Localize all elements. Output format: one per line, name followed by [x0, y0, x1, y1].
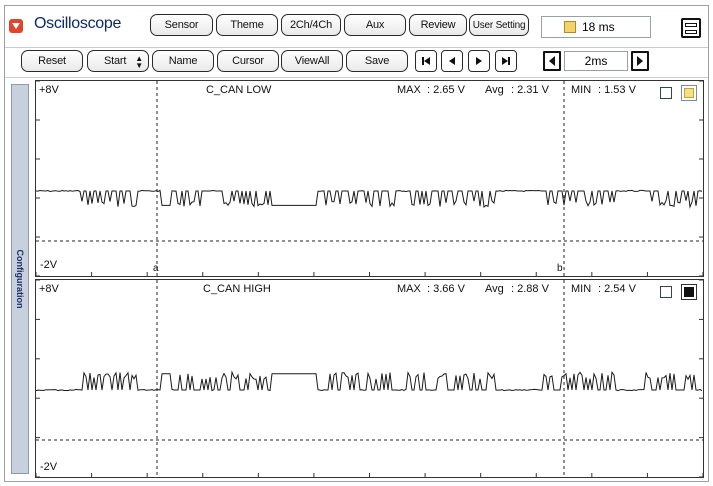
app-logo-icon[interactable]	[9, 19, 23, 33]
app-title: Oscilloscope	[34, 15, 122, 32]
cursor-a-label[interactable]: a	[153, 263, 159, 274]
voltage-top-label: +8V	[39, 84, 59, 96]
avg-value: : 2.31 V	[511, 84, 549, 96]
min-value: : 1.53 V	[598, 84, 636, 96]
max-value: : 3.66 V	[427, 283, 465, 295]
first-frame-button[interactable]	[415, 50, 437, 72]
tab-2ch-4ch[interactable]: 2Ch/4Ch	[281, 14, 341, 36]
start-select[interactable]: Start ▲ ▼	[87, 50, 149, 72]
channel-color-swatch[interactable]	[681, 85, 697, 101]
start-select-value: Start	[104, 55, 127, 67]
timebase-increase-button[interactable]	[631, 51, 649, 71]
oscilloscope-window: Oscilloscope Sensor Theme 2Ch/4Ch Aux Re…	[4, 5, 709, 482]
tab-user-setting[interactable]: User Setting	[469, 14, 529, 36]
channel-panel-c-can-high[interactable]: +8V -2V C_CAN HIGH MAX : 3.66 V Avg : 2.…	[35, 279, 704, 478]
skip-last-icon	[502, 57, 510, 65]
channel-name[interactable]: C_CAN HIGH	[203, 283, 271, 295]
next-icon	[476, 57, 482, 65]
tab-review[interactable]: Review	[409, 14, 467, 36]
min-label: MIN	[571, 283, 592, 295]
configuration-side-tab-label: Configuration	[15, 249, 25, 309]
updown-icon: ▲ ▼	[135, 54, 143, 70]
tab-theme[interactable]: Theme	[216, 14, 278, 36]
waveform-trace	[36, 189, 703, 209]
elapsed-time-display: 18 ms	[541, 16, 651, 38]
avg-label: Avg	[485, 283, 504, 295]
next-frame-button[interactable]	[468, 50, 490, 72]
tab-aux[interactable]: Aux	[344, 14, 406, 36]
elapsed-time-value: 18 ms	[582, 20, 615, 34]
prev-icon	[449, 57, 455, 65]
tab-sensor[interactable]: Sensor	[150, 14, 213, 36]
viewall-button[interactable]: ViewAll	[281, 50, 343, 72]
window-menu-icon[interactable]	[681, 18, 701, 38]
cursor-button[interactable]: Cursor	[217, 50, 279, 72]
left-arrow-icon	[549, 56, 555, 66]
channel-name[interactable]: C_CAN LOW	[206, 84, 271, 96]
max-label: MAX	[397, 283, 421, 295]
avg-label: Avg	[485, 84, 504, 96]
min-value: : 2.54 V	[598, 283, 636, 295]
channel-checkbox[interactable]	[660, 286, 672, 298]
timebase-value: 2ms	[564, 51, 628, 71]
voltage-bottom-label: -2V	[40, 461, 58, 473]
hourglass-icon	[564, 21, 576, 33]
waveform-trace	[36, 370, 703, 392]
save-button[interactable]: Save	[346, 50, 408, 72]
header-divider	[5, 47, 708, 48]
right-arrow-icon	[637, 56, 643, 66]
max-value: : 2.65 V	[427, 84, 465, 96]
timebase-decrease-button[interactable]	[543, 51, 561, 71]
prev-frame-button[interactable]	[441, 50, 463, 72]
configuration-side-tab[interactable]: Configuration	[11, 84, 29, 474]
reset-button[interactable]: Reset	[21, 50, 83, 72]
avg-value: : 2.88 V	[511, 283, 549, 295]
max-label: MAX	[397, 84, 421, 96]
channel-color-swatch[interactable]	[681, 284, 697, 300]
voltage-top-label: +8V	[39, 283, 59, 295]
skip-first-icon	[422, 57, 430, 65]
voltage-bottom-label: -2V	[40, 259, 58, 271]
channel-checkbox[interactable]	[660, 87, 672, 99]
channel-panel-c-can-low[interactable]: +8V -2V C_CAN LOW MAX : 2.65 V Avg : 2.3…	[35, 80, 704, 277]
toolbar-divider	[5, 77, 708, 78]
last-frame-button[interactable]	[495, 50, 517, 72]
min-label: MIN	[571, 84, 592, 96]
name-button[interactable]: Name	[152, 50, 214, 72]
cursor-b-label[interactable]: b	[557, 263, 563, 274]
